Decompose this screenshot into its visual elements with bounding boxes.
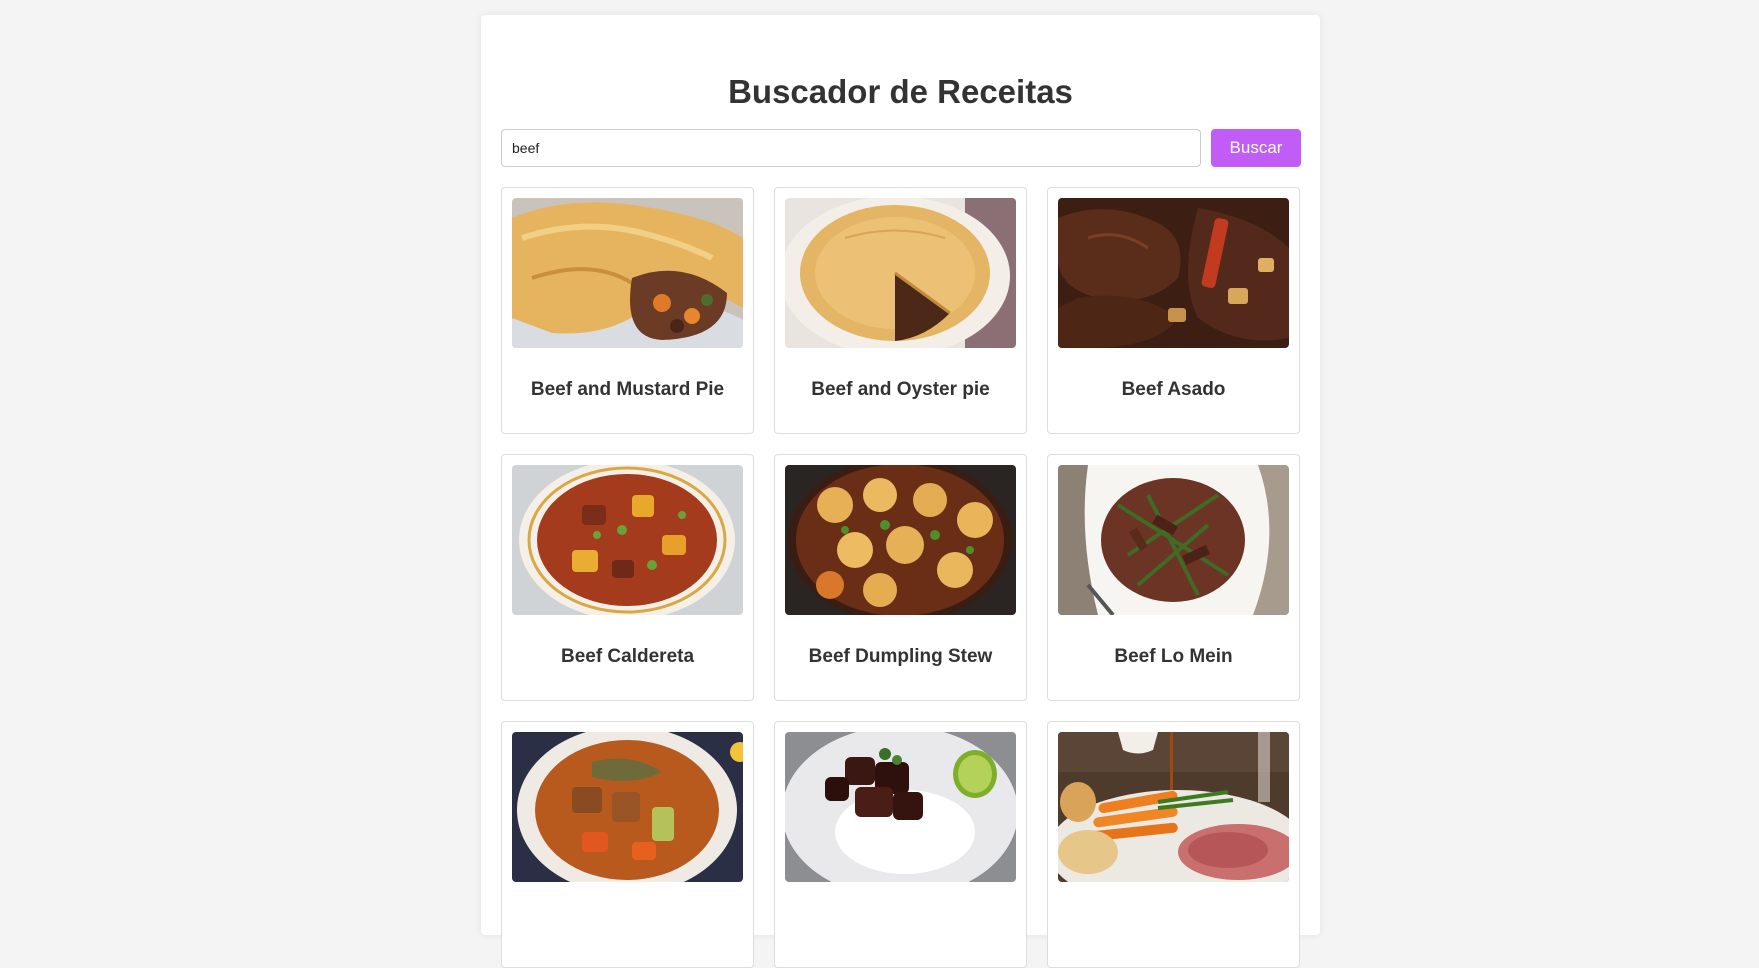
recipe-image — [512, 465, 743, 615]
page-title: Buscador de Receitas — [728, 73, 1073, 110]
recipe-card[interactable]: Beef Lo Mein — [1047, 454, 1300, 701]
recipe-image — [1058, 198, 1289, 348]
search-button[interactable]: Buscar — [1211, 129, 1301, 167]
recipe-card[interactable]: Beef and Oyster pie — [774, 187, 1027, 434]
recipe-image — [785, 465, 1016, 615]
recipe-grid: Beef and Mustard Pie Beef and Oyster pie — [501, 187, 1300, 968]
recipe-card[interactable] — [501, 721, 754, 968]
recipe-card[interactable]: Beef and Mustard Pie — [501, 187, 754, 434]
recipe-image — [785, 732, 1016, 882]
recipe-title: Beef and Mustard Pie — [530, 379, 725, 400]
recipe-card[interactable]: Beef Dumpling Stew — [774, 454, 1027, 701]
recipe-title: Beef Asado — [1121, 379, 1226, 400]
recipe-card[interactable]: Beef Asado — [1047, 187, 1300, 434]
recipe-title: Beef and Oyster pie — [811, 379, 990, 400]
search-input[interactable] — [501, 129, 1201, 167]
recipe-search-panel: Buscador de Receitas Buscar Bee — [481, 15, 1320, 968]
recipe-image — [1058, 465, 1289, 615]
recipe-card[interactable] — [1047, 721, 1300, 968]
recipe-image — [1058, 732, 1289, 882]
recipe-title: Beef Lo Mein — [1114, 646, 1233, 667]
recipe-image — [512, 198, 743, 348]
recipe-title: Beef Dumpling Stew — [808, 646, 993, 667]
recipe-image — [512, 732, 743, 882]
recipe-card[interactable] — [774, 721, 1027, 968]
recipe-card[interactable]: Beef Caldereta — [501, 454, 754, 701]
recipe-title: Beef Caldereta — [560, 646, 695, 667]
recipe-image — [785, 198, 1016, 348]
